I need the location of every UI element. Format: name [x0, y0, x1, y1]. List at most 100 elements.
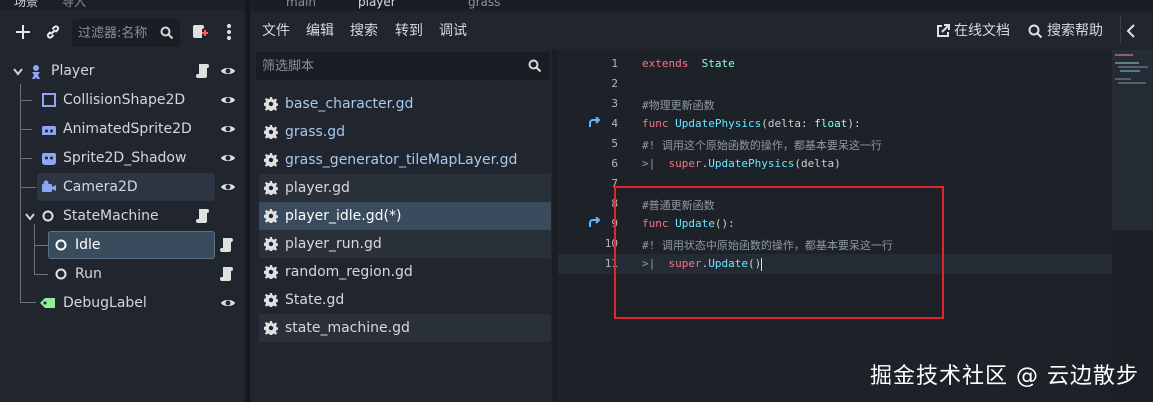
code-line[interactable]: 6 >| super.UpdatePhysics(delta): [558, 154, 1118, 174]
search-help-icon: [1028, 24, 1043, 38]
line-number: 8: [611, 197, 618, 210]
minimap-line: [1118, 66, 1148, 68]
script-icon[interactable]: [196, 63, 210, 79]
line-number: 3: [611, 97, 618, 110]
tab-scene[interactable]: 场景: [14, 0, 38, 10]
code-line[interactable]: 2: [558, 74, 1118, 94]
script-filter-input[interactable]: [262, 52, 512, 80]
scene-filter-input[interactable]: [78, 19, 156, 47]
menu-goto[interactable]: 转到: [395, 22, 423, 40]
scene-tree: Player CollisionShape2D AnimatedSprite2D…: [0, 56, 245, 402]
tree-item-animatedsprite2d[interactable]: AnimatedSprite2D: [0, 115, 245, 143]
code-text: #物理更新函数: [642, 97, 715, 113]
script-name: random_region.gd: [285, 264, 413, 280]
chevron-left-icon[interactable]: [1126, 24, 1136, 38]
minimap-line: [1118, 82, 1146, 84]
tree-item-idle[interactable]: Idle: [0, 231, 245, 259]
search-help-label: 搜索帮助: [1047, 23, 1103, 39]
scene-toolbar: [0, 14, 245, 52]
gear-icon: [264, 181, 278, 195]
override-arrow-icon[interactable]: [588, 117, 602, 129]
script-icon[interactable]: [220, 266, 234, 282]
script-list-item[interactable]: state_machine.gd: [259, 314, 551, 342]
line-number: 10: [604, 237, 618, 250]
code-token: (delta): [794, 157, 841, 170]
tree-item-collisionshape2d[interactable]: CollisionShape2D: [0, 86, 245, 114]
menu-debug[interactable]: 调试: [439, 22, 467, 40]
script-name: player_run.gd: [285, 236, 382, 252]
code-token: super: [668, 157, 702, 170]
script-list-item[interactable]: grass_generator_tileMapLayer.gd: [259, 146, 551, 174]
visibility-eye-icon[interactable]: [220, 152, 236, 164]
gear-icon: [264, 209, 278, 223]
minimap-viewport: [1112, 50, 1153, 230]
node-icon: [55, 268, 67, 280]
script-name: player_idle.gd(*): [285, 208, 402, 224]
script-list-item[interactable]: grass.gd: [259, 118, 551, 146]
tree-item-debuglabel[interactable]: DebugLabel: [0, 289, 245, 317]
minimap-line: [1120, 70, 1140, 72]
menu-file[interactable]: 文件: [262, 22, 290, 40]
script-list-panel: base_character.gd grass.gd grass_generator…: [250, 50, 552, 402]
script-name: grass.gd: [285, 124, 346, 140]
script-list-item[interactable]: player_run.gd: [259, 230, 551, 258]
tree-item-player[interactable]: Player: [0, 57, 245, 85]
code-token: float: [814, 117, 848, 130]
tree-item-statemachine[interactable]: StateMachine: [0, 202, 245, 230]
tab-import[interactable]: 导入: [62, 0, 86, 10]
code-minimap[interactable]: [1112, 50, 1153, 402]
visibility-eye-icon[interactable]: [220, 65, 236, 77]
tab-main[interactable]: main: [286, 0, 316, 10]
instance-scene-button[interactable]: [40, 18, 66, 46]
minimap-line: [1115, 78, 1131, 80]
node-icon: [55, 239, 67, 251]
menu-edit[interactable]: 编辑: [306, 22, 334, 40]
code-token: (delta:: [761, 117, 815, 130]
plus-icon: [16, 25, 30, 39]
add-node-button[interactable]: [10, 18, 36, 46]
scene-menu-button[interactable]: [216, 18, 242, 46]
code-token: UpdatePhysics: [675, 117, 762, 130]
minimap-line: [1115, 54, 1133, 56]
tree-item-label: DebugLabel: [63, 295, 147, 311]
script-list-item[interactable]: State.gd: [259, 286, 551, 314]
tree-item-sprite2d-shadow[interactable]: Sprite2D_Shadow: [0, 144, 245, 172]
script-list-item[interactable]: player.gd: [259, 174, 551, 202]
script-list-item[interactable]: random_region.gd: [259, 258, 551, 286]
tree-item-run[interactable]: Run: [0, 260, 245, 288]
tab-player[interactable]: player: [358, 0, 396, 10]
override-arrow-icon[interactable]: [588, 217, 602, 229]
visibility-eye-icon[interactable]: [220, 297, 236, 309]
code-line[interactable]: 3 #物理更新函数: [558, 94, 1118, 114]
link-icon: [46, 25, 60, 39]
attach-script-button[interactable]: [186, 18, 212, 46]
tab-grass[interactable]: grass: [468, 0, 500, 10]
code-text: func UpdatePhysics(delta: float):: [642, 117, 861, 130]
code-token: >|: [642, 157, 669, 170]
gear-icon: [264, 265, 278, 279]
search-icon: [528, 59, 542, 73]
code-line[interactable]: 4 func UpdatePhysics(delta: float):: [558, 114, 1118, 134]
script-list-item[interactable]: player_idle.gd(*): [259, 202, 551, 230]
script-list-item[interactable]: base_character.gd: [259, 90, 551, 118]
visibility-eye-icon[interactable]: [220, 94, 236, 106]
script-add-icon: [193, 25, 208, 38]
code-token: func: [642, 117, 676, 130]
collapse-arrow-icon: [25, 213, 35, 221]
search-help-button[interactable]: 搜索帮助: [1028, 22, 1103, 40]
code-line[interactable]: 1 extends State: [558, 54, 1118, 74]
menu-search[interactable]: 搜索: [350, 22, 378, 40]
watermark: 掘金技术社区 @ 云边散步: [870, 364, 1139, 389]
visibility-eye-icon[interactable]: [220, 123, 236, 135]
tree-item-label: Player: [51, 63, 95, 79]
tree-item-camera2d[interactable]: Camera2D: [0, 173, 245, 201]
script-icon[interactable]: [196, 208, 210, 224]
node-icon: [42, 210, 54, 222]
code-line[interactable]: 5 #! 调用这个原始函数的操作，都基本要呆这一行: [558, 134, 1118, 154]
scene-dock: 场景 导入 过滤器:名称 Player CollisionShape2D Ani…: [0, 0, 245, 402]
code-token: #物理更新函数: [642, 99, 715, 112]
visibility-eye-icon[interactable]: [220, 181, 236, 193]
script-icon[interactable]: [220, 237, 234, 253]
online-docs-button[interactable]: 在线文档: [936, 22, 1010, 40]
